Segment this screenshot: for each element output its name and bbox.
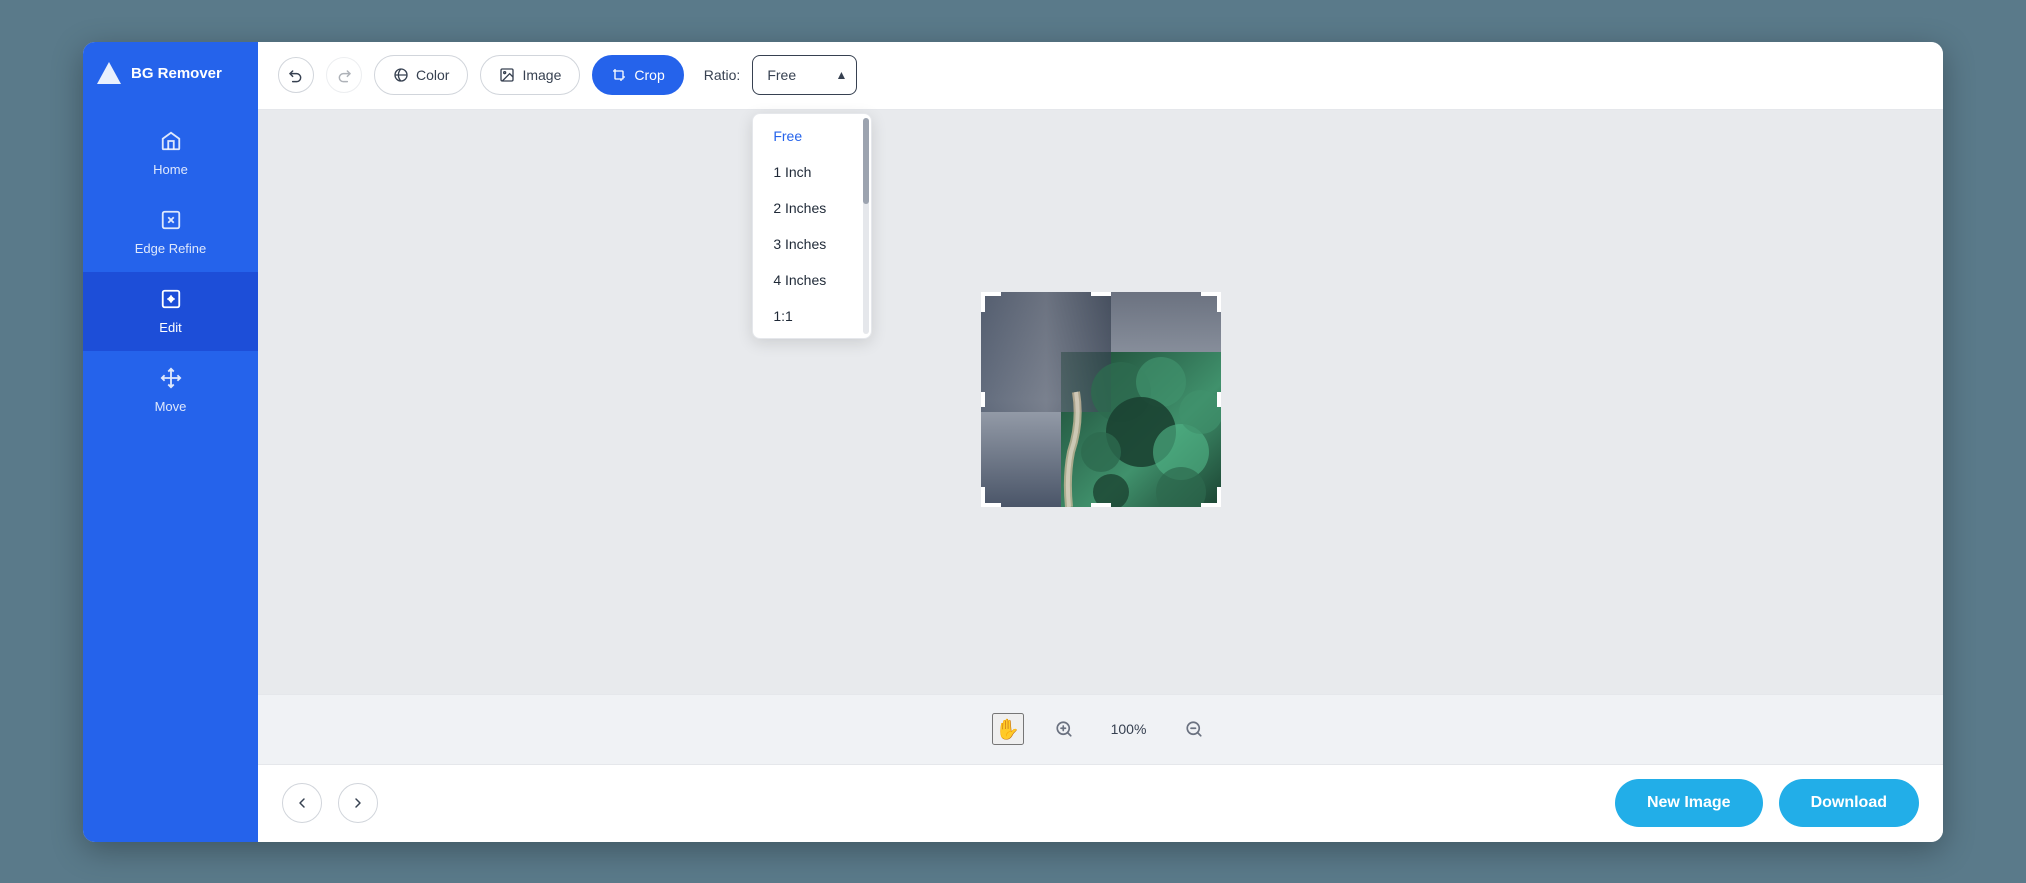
canvas-image [981, 292, 1221, 507]
dropdown-item-2inches[interactable]: 2 Inches [753, 190, 871, 226]
sidebar-item-edit[interactable]: Edit [83, 272, 258, 351]
new-image-button[interactable]: New Image [1615, 779, 1763, 827]
main-area: Color Image Crop Ratio: [258, 42, 1943, 842]
sidebar-item-home[interactable]: Home [83, 114, 258, 193]
dropdown-item-1inch[interactable]: 1 Inch [753, 154, 871, 190]
new-image-label: New Image [1647, 794, 1731, 811]
crop-button[interactable]: Crop [592, 55, 683, 95]
chevron-left-icon [294, 795, 310, 811]
brand-icon [95, 60, 123, 88]
chevron-right-icon [350, 795, 366, 811]
zoom-out-icon [1185, 720, 1203, 738]
dropdown-item-4inches[interactable]: 4 Inches [753, 262, 871, 298]
sidebar-item-label-move: Move [155, 399, 187, 414]
prev-button[interactable] [282, 783, 322, 823]
edit-icon [160, 288, 182, 314]
hand-icon: ✋ [995, 717, 1020, 742]
brand: BG Remover [83, 42, 258, 106]
status-bar: ✋ 100% [258, 694, 1943, 764]
sidebar-item-label-edit: Edit [159, 320, 181, 335]
ratio-dropdown-menu: Free 1 Inch 2 Inches 3 Inches 4 Inches [752, 113, 872, 339]
footer-actions: New Image Download [1615, 779, 1919, 827]
image-icon [499, 67, 515, 83]
undo-button[interactable] [278, 57, 314, 93]
sidebar-item-move[interactable]: Move [83, 351, 258, 430]
image-label: Image [522, 67, 561, 83]
crop-icon [611, 67, 627, 83]
brand-title: BG Remover [131, 65, 222, 82]
color-label: Color [416, 67, 449, 83]
toolbar: Color Image Crop Ratio: [258, 42, 1943, 110]
color-icon [393, 67, 409, 83]
image-wrapper [981, 292, 1221, 512]
download-label: Download [1811, 794, 1887, 811]
footer: New Image Download [258, 764, 1943, 842]
sidebar-nav: Home Edge Refine [83, 114, 258, 430]
next-button[interactable] [338, 783, 378, 823]
dropdown-item-1-1[interactable]: 1:1 [753, 298, 871, 334]
sidebar-item-label-edge-refine: Edge Refine [135, 241, 207, 256]
color-button[interactable]: Color [374, 55, 468, 95]
dropdown-item-free[interactable]: Free [753, 118, 871, 154]
home-icon [160, 130, 182, 156]
image-button[interactable]: Image [480, 55, 580, 95]
sidebar: BG Remover Home [83, 42, 258, 842]
move-icon [160, 367, 182, 393]
download-button[interactable]: Download [1779, 779, 1919, 827]
edge-refine-icon [160, 209, 182, 235]
canvas-area [258, 110, 1943, 694]
sidebar-item-edge-refine[interactable]: Edge Refine [83, 193, 258, 272]
zoom-in-button[interactable] [1048, 713, 1080, 745]
crop-label: Crop [634, 67, 664, 83]
redo-button[interactable] [326, 57, 362, 93]
ratio-dropdown-container: Free 1 Inch 2 Inches 3 Inches 4 Inches 1… [752, 55, 857, 95]
zoom-in-icon [1055, 720, 1073, 738]
zoom-level: 100% [1104, 721, 1154, 737]
ratio-label: Ratio: [704, 67, 741, 83]
sidebar-item-label-home: Home [153, 162, 188, 177]
scrollbar-thumb [863, 118, 869, 204]
pan-button[interactable]: ✋ [992, 713, 1024, 745]
zoom-out-button[interactable] [1178, 713, 1210, 745]
dropdown-item-3inches[interactable]: 3 Inches [753, 226, 871, 262]
ratio-select[interactable]: Free 1 Inch 2 Inches 3 Inches 4 Inches 1… [752, 55, 857, 95]
scrollbar-track[interactable] [863, 118, 869, 334]
